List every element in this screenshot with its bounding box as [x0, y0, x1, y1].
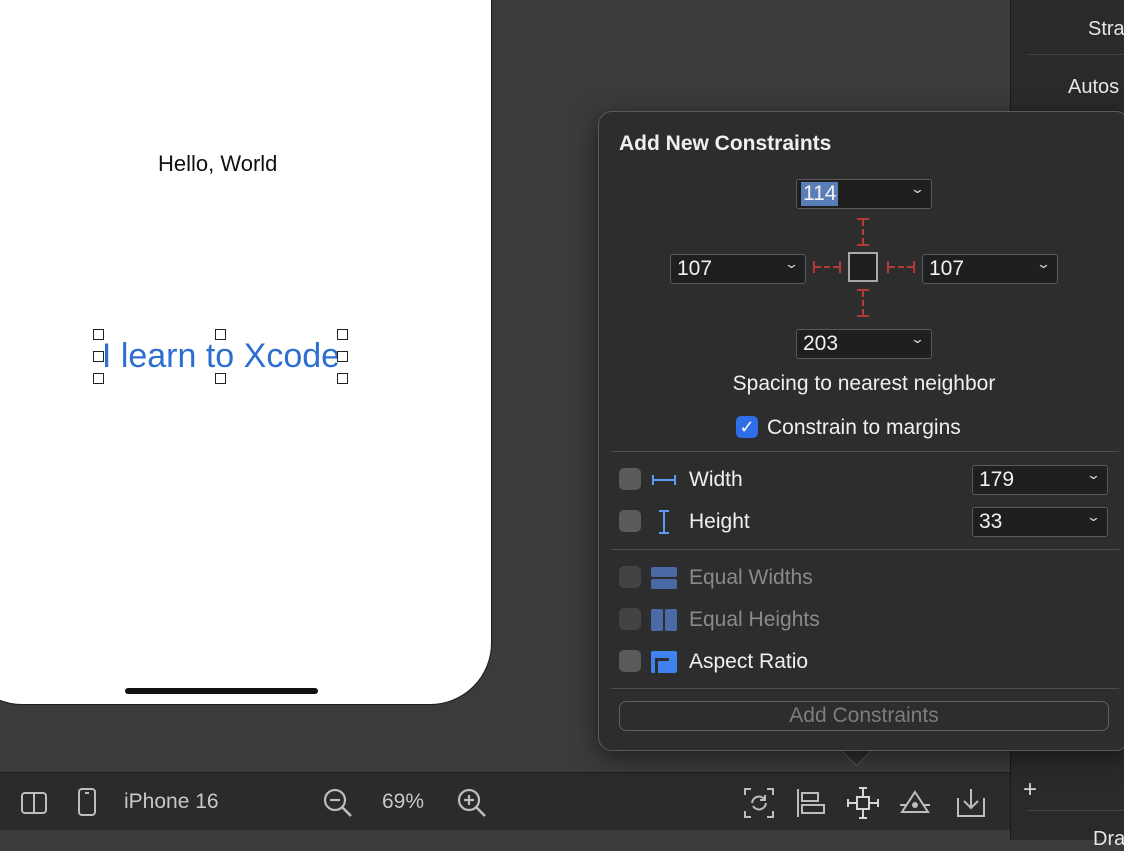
- status-strip: [0, 830, 1010, 840]
- equal-heights-icon: [651, 609, 677, 631]
- popover-title: Add New Constraints: [619, 132, 832, 155]
- chevron-down-icon[interactable]: ⌄: [784, 256, 799, 272]
- iphone-scene[interactable]: Hello, World I learn to Xcode: [0, 0, 492, 705]
- resize-handle-right[interactable]: [337, 351, 348, 362]
- resize-handle-top-right[interactable]: [337, 329, 348, 340]
- sidebar-toggle-icon[interactable]: [20, 791, 48, 815]
- width-field[interactable]: 179 ⌄: [972, 465, 1108, 495]
- inspector-divider: [1027, 54, 1124, 55]
- trailing-spacing-field[interactable]: 107 ⌄: [922, 254, 1058, 284]
- constrain-to-margins-label: Constrain to margins: [767, 416, 961, 439]
- add-constraints-button[interactable]: Add Constraints: [619, 701, 1109, 731]
- width-icon: [652, 475, 676, 485]
- selected-label-text: I learn to Xcode: [101, 337, 341, 375]
- separator: [611, 688, 1119, 689]
- align-icon[interactable]: [794, 786, 828, 820]
- width-value[interactable]: 179: [979, 468, 1014, 492]
- bottom-spacing-value[interactable]: 203: [803, 332, 838, 356]
- device-selector[interactable]: iPhone 16: [124, 773, 219, 831]
- aspect-ratio-icon: [651, 651, 677, 673]
- add-icon[interactable]: +: [1023, 776, 1037, 804]
- home-indicator: [125, 688, 318, 694]
- height-value[interactable]: 33: [979, 510, 1002, 534]
- top-spacing-field[interactable]: 114 ⌄: [796, 179, 932, 209]
- resize-handle-top-left[interactable]: [93, 329, 104, 340]
- top-spacing-value[interactable]: 114: [801, 182, 839, 206]
- width-checkbox[interactable]: [619, 468, 641, 490]
- zoom-level[interactable]: 69%: [382, 773, 424, 831]
- height-field[interactable]: 33 ⌄: [972, 507, 1108, 537]
- width-label: Width: [689, 468, 743, 491]
- inspector-row-autos[interactable]: Autos: [1068, 76, 1124, 99]
- aspect-ratio-label: Aspect Ratio: [689, 650, 809, 673]
- add-constraints-icon[interactable]: [846, 786, 880, 820]
- constrain-to-margins-checkbox[interactable]: ✓: [736, 416, 758, 438]
- leading-spacing-field[interactable]: 107 ⌄: [670, 254, 806, 284]
- selected-view-square: [848, 252, 878, 282]
- resize-handle-bottom-right[interactable]: [337, 373, 348, 384]
- separator: [611, 549, 1119, 550]
- equal-widths-checkbox: [619, 566, 641, 588]
- equal-widths-icon: [651, 567, 677, 589]
- update-frames-icon[interactable]: [742, 786, 776, 820]
- selected-label[interactable]: I learn to Xcode: [93, 329, 348, 384]
- equal-heights-label: Equal Heights: [689, 608, 820, 631]
- hello-world-label[interactable]: Hello, World: [158, 151, 277, 177]
- chevron-down-icon[interactable]: ⌄: [1086, 509, 1101, 525]
- embed-in-icon[interactable]: [954, 786, 988, 820]
- spacing-label: Spacing to nearest neighbor: [732, 372, 996, 395]
- chevron-down-icon[interactable]: ⌄: [910, 181, 925, 197]
- device-phone-icon[interactable]: [76, 787, 98, 817]
- equal-heights-checkbox: [619, 608, 641, 630]
- chevron-down-icon[interactable]: ⌄: [910, 331, 925, 347]
- trailing-spacing-value[interactable]: 107: [929, 257, 964, 281]
- resize-handle-left[interactable]: [93, 351, 104, 362]
- inspector-divider: [1027, 810, 1124, 811]
- bottom-spacing-field[interactable]: 203 ⌄: [796, 329, 932, 359]
- height-label: Height: [689, 510, 750, 533]
- height-checkbox[interactable]: [619, 510, 641, 532]
- resize-handle-bottom[interactable]: [215, 373, 226, 384]
- equal-widths-label: Equal Widths: [689, 566, 813, 589]
- chevron-down-icon[interactable]: ⌄: [1036, 256, 1051, 272]
- aspect-ratio-checkbox[interactable]: [619, 650, 641, 672]
- chevron-down-icon[interactable]: ⌄: [1086, 467, 1101, 483]
- inspector-row-stra[interactable]: Stra: [1088, 18, 1124, 41]
- separator: [611, 451, 1119, 452]
- canvas-bottom-toolbar: iPhone 16 69%: [0, 772, 1010, 831]
- resize-handle-top[interactable]: [215, 329, 226, 340]
- zoom-out-icon[interactable]: [322, 787, 354, 819]
- height-icon: [659, 510, 669, 534]
- resolve-issues-icon[interactable]: [898, 786, 932, 820]
- zoom-in-icon[interactable]: [456, 787, 488, 819]
- resize-handle-bottom-left[interactable]: [93, 373, 104, 384]
- add-new-constraints-popover: Add New Constraints 114 ⌄ 107 ⌄ 107 ⌄ 20…: [598, 111, 1124, 751]
- leading-spacing-value[interactable]: 107: [677, 257, 712, 281]
